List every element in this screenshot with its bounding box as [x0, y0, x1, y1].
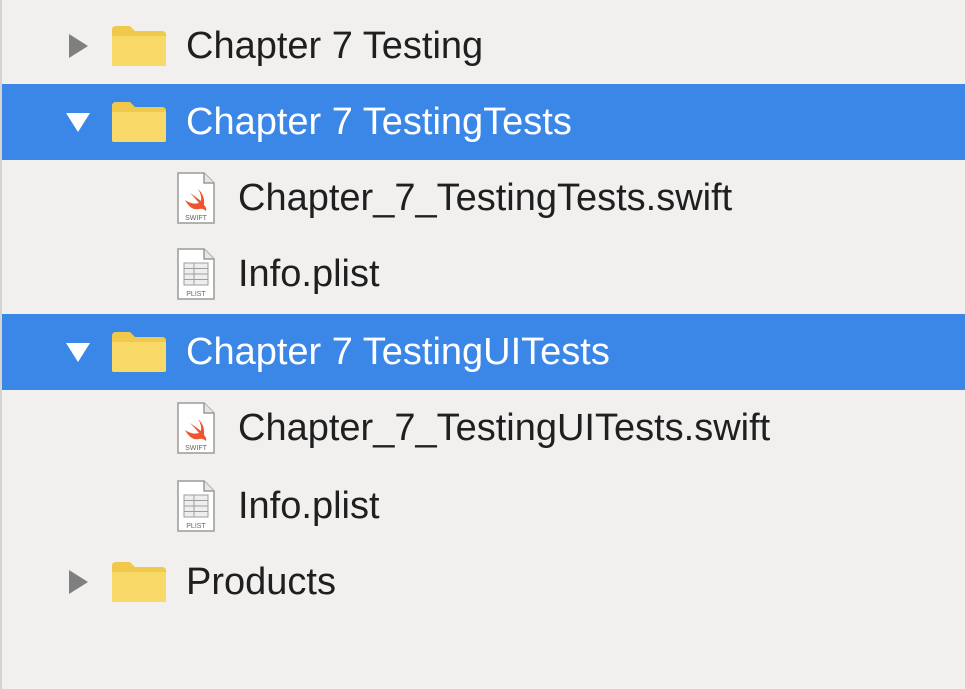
navigator-row-folder-chapter-7-testingtests[interactable]: Chapter 7 TestingTests [2, 84, 965, 160]
navigator-row-folder-chapter-7-testinguitests[interactable]: Chapter 7 TestingUITests [2, 314, 965, 390]
folder-icon [110, 560, 168, 604]
folder-label: Chapter 7 TestingUITests [186, 330, 610, 373]
svg-text:SWIFT: SWIFT [185, 445, 207, 452]
disclosure-triangle-collapsed-icon[interactable] [64, 32, 92, 60]
navigator-row-folder-products[interactable]: Products [2, 544, 965, 620]
folder-icon [110, 24, 168, 68]
disclosure-triangle-expanded-icon[interactable] [64, 108, 92, 136]
svg-text:PLIST: PLIST [186, 291, 206, 298]
navigator-row-file-testinguitests-swift[interactable]: SWIFT Chapter_7_TestingUITests.swift [2, 390, 965, 466]
disclosure-triangle-collapsed-icon[interactable] [64, 568, 92, 596]
file-label: Chapter_7_TestingUITests.swift [238, 406, 771, 449]
swift-file-icon: SWIFT [174, 171, 218, 225]
svg-text:SWIFT: SWIFT [185, 215, 207, 222]
folder-icon [110, 330, 168, 374]
navigator-row-file-info-plist[interactable]: PLIST Info.plist [2, 468, 965, 544]
navigator-row-file-testingtests-swift[interactable]: SWIFT Chapter_7_TestingTests.swift [2, 160, 965, 236]
file-label: Info.plist [238, 484, 380, 527]
file-label: Info.plist [238, 252, 380, 295]
file-label: Chapter_7_TestingTests.swift [238, 176, 733, 219]
project-navigator: Chapter 7 Testing Chapter 7 TestingTests… [0, 0, 965, 689]
folder-icon [110, 100, 168, 144]
disclosure-triangle-expanded-icon[interactable] [64, 338, 92, 366]
folder-label: Chapter 7 TestingTests [186, 100, 572, 143]
navigator-row-file-info-plist[interactable]: PLIST Info.plist [2, 236, 965, 312]
folder-label: Chapter 7 Testing [186, 24, 484, 67]
navigator-row-folder-chapter-7-testing[interactable]: Chapter 7 Testing [2, 8, 965, 84]
svg-text:PLIST: PLIST [186, 523, 206, 530]
plist-file-icon: PLIST [174, 247, 218, 301]
swift-file-icon: SWIFT [174, 401, 218, 455]
plist-file-icon: PLIST [174, 479, 218, 533]
folder-label: Products [186, 560, 336, 603]
